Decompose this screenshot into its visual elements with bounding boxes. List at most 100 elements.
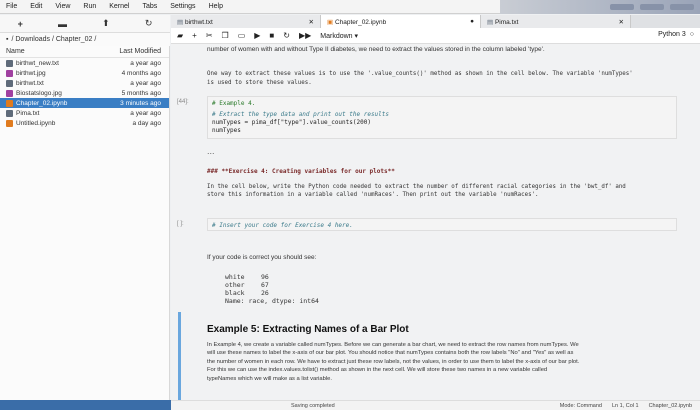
cell-prompt: [44]: [177, 99, 189, 105]
add-cell-icon[interactable]: + [192, 31, 197, 40]
kernel-status[interactable]: Python 3 ○ [658, 31, 694, 38]
unsaved-dot-icon[interactable]: ● [470, 18, 474, 25]
cell-prompt: [ ]: [177, 221, 184, 227]
kernel-idle-icon: ○ [689, 31, 694, 38]
markdown-cell[interactable]: Example 5: Extracting Names of a Bar Plo… [207, 324, 677, 383]
output-row: other 67 [225, 280, 269, 289]
file-icon: ▤ [487, 18, 495, 26]
status-file-name: Chapter_02.ipynb [648, 402, 692, 409]
run-icon[interactable]: ▶ [254, 31, 260, 40]
refresh-icon[interactable]: ↻ [145, 18, 153, 29]
active-cell-indicator [178, 312, 181, 400]
image-icon [6, 89, 13, 97]
file-icon [6, 109, 13, 117]
tray-icon [640, 4, 664, 10]
menu-view[interactable]: View [55, 3, 70, 10]
menu-help[interactable]: Help [209, 3, 223, 10]
tab-pima[interactable]: ▤ Pima.txt ✕ [481, 15, 631, 28]
notebook-icon [6, 119, 13, 127]
example-heading: Example 5: Extracting Names of a Bar Plo… [207, 324, 409, 335]
menu-file[interactable]: File [6, 3, 17, 10]
file-modified: a year ago [130, 109, 161, 117]
tab-bar: ▤ birthwt.txt ✕ ▣ Chapter_02.ipynb ● ▤ P… [171, 15, 700, 28]
file-name: birthwt_new.txt [16, 59, 59, 67]
file-modified: 3 minutes ago [120, 99, 161, 107]
output-row: white 96 [225, 272, 269, 281]
cell-type-select[interactable]: Markdown ▾ [320, 32, 358, 40]
markdown-cell[interactable]: One way to extract these values is to us… [207, 70, 677, 87]
stop-icon[interactable]: ■ [269, 31, 274, 40]
cut-icon[interactable]: ✂ [206, 31, 213, 40]
paste-icon[interactable]: ▭ [238, 31, 246, 40]
image-icon [6, 69, 13, 77]
upload-icon[interactable]: ⬆ [102, 18, 110, 29]
file-name: birthwt.jpg [16, 69, 46, 77]
markdown-cell[interactable]: number of women with and without Type II… [207, 46, 677, 55]
file-modified: a year ago [130, 79, 161, 87]
file-row[interactable]: birthwt.jpg 4 months ago [0, 68, 169, 78]
code-cell[interactable]: # Insert your code for Exercise 4 here. [207, 218, 677, 231]
collapsed-output[interactable]: ... [207, 146, 677, 156]
file-row[interactable]: Untitled.ipynb a day ago [0, 118, 169, 128]
file-modified: 4 months ago [121, 69, 161, 77]
file-name: Pima.txt [16, 109, 40, 117]
new-launcher-icon[interactable]: + [18, 19, 23, 29]
tray-icon [610, 4, 634, 10]
file-row[interactable]: birthwt_new.txt a year ago [0, 58, 169, 68]
file-name: Untitled.ipynb [16, 119, 56, 127]
code-line: # Example 4. [212, 100, 256, 107]
file-browser: Name Last Modified birthwt_new.txta year… [0, 46, 170, 410]
file-row[interactable]: birthwt.txt a year ago [0, 78, 169, 88]
notebook-toolbar: ▰ + ✂ ❐ ▭ ▶ ■ ↻ ▶▶ Markdown ▾ Python 3 ○ [171, 28, 700, 44]
file-row[interactable]: Chapter_02.ipynb 3 minutes ago [0, 98, 169, 108]
markdown-cell[interactable]: ### **Exercise 4: Creating variables for… [207, 168, 677, 200]
new-folder-icon[interactable]: ▬ [58, 19, 67, 29]
notebook-panel[interactable]: number of women with and without Type II… [171, 44, 700, 410]
save-icon[interactable]: ▰ [177, 31, 183, 40]
file-modified: a day ago [132, 119, 161, 127]
menu-kernel[interactable]: Kernel [109, 3, 129, 10]
file-icon: ▤ [177, 18, 185, 26]
status-bar: Saving completed Mode: Command Ln 1, Col… [171, 400, 700, 410]
close-icon[interactable]: ✕ [619, 18, 624, 26]
file-icon [6, 79, 13, 87]
restart-icon[interactable]: ↻ [283, 31, 290, 40]
code-line: numTypes = pima_df["type"].value_counts(… [212, 119, 371, 126]
menu-tabs[interactable]: Tabs [142, 3, 157, 10]
markdown-cell[interactable]: If your code is correct you should see: … [207, 254, 677, 305]
code-line: # Insert your code for Exercise 4 here. [212, 222, 353, 229]
notebook-icon [6, 99, 13, 107]
menu-run[interactable]: Run [83, 3, 96, 10]
expected-output: white 96 other 67 black 26 [225, 273, 677, 297]
file-icon [6, 59, 13, 67]
menu-settings[interactable]: Settings [170, 3, 195, 10]
breadcrumb[interactable]: ▪ / Downloads / Chapter_02 / [0, 33, 170, 46]
mode-status: Mode: Command [559, 402, 602, 409]
file-modified: 5 months ago [121, 89, 161, 97]
file-list: birthwt_new.txt a year ago birthwt.jpg 4 mo… [0, 58, 169, 128]
column-name-header[interactable]: Name [6, 48, 25, 55]
tab-birthwt[interactable]: ▤ birthwt.txt ✕ [171, 15, 321, 28]
tab-chapter-02[interactable]: ▣ Chapter_02.ipynb ● [321, 15, 481, 28]
folder-icon: ▪ [6, 36, 9, 43]
file-name: birthwt.txt [16, 79, 44, 87]
file-row[interactable]: Pima.txt a year ago [0, 108, 169, 118]
file-modified: a year ago [130, 59, 161, 67]
column-modified-header[interactable]: Last Modified [119, 48, 161, 55]
left-status-strip [0, 400, 171, 410]
code-cell[interactable]: # Example 4. # Extract the type data and… [207, 96, 677, 139]
file-row[interactable]: Biostatslogo.jpg 5 months ago [0, 88, 169, 98]
fast-forward-icon[interactable]: ▶▶ [299, 31, 311, 40]
code-line: # Extract the type data and print out th… [212, 111, 390, 118]
file-browser-toolbar: + ▬ ⬆ ↻ [0, 15, 170, 33]
file-name: Chapter_02.ipynb [16, 99, 68, 107]
cursor-position: Ln 1, Col 1 [611, 402, 639, 409]
notebook-icon: ▣ [327, 18, 335, 26]
system-tray [500, 0, 700, 14]
menu-edit[interactable]: Edit [30, 3, 42, 10]
close-icon[interactable]: ✕ [309, 18, 314, 26]
output-row: black 26 [225, 288, 269, 297]
copy-icon[interactable]: ❐ [222, 31, 229, 40]
saving-status: Saving completed [291, 402, 335, 409]
file-name: Biostatslogo.jpg [16, 89, 62, 97]
